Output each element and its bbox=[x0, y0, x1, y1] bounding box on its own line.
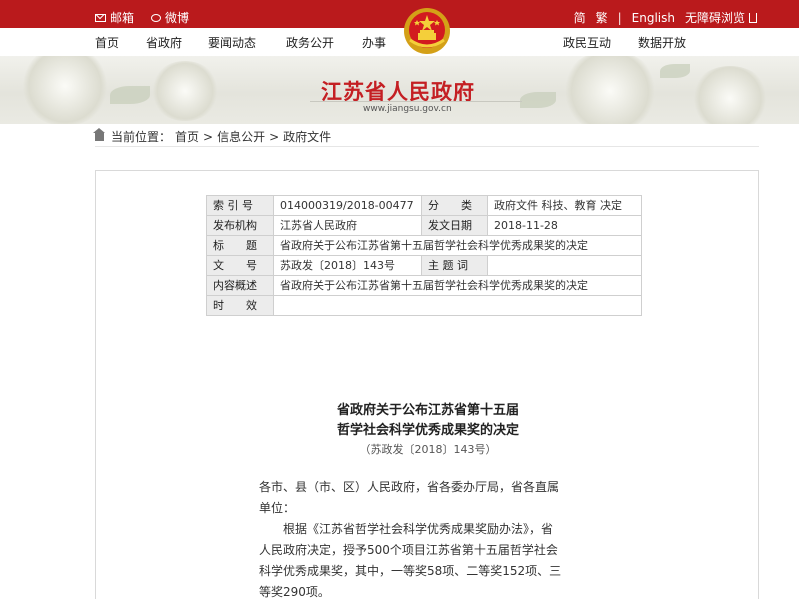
mail-link[interactable]: 邮箱 bbox=[95, 9, 134, 26]
paragraph-line: 根据《江苏省哲学社会科学优秀成果奖励办法》，省 bbox=[259, 522, 554, 536]
meta-label: 主 题 词 bbox=[421, 255, 488, 276]
table-row: 内容概述 省政府关于公布江苏省第十五届哲学社会科学优秀成果奖的决定 bbox=[206, 275, 642, 296]
mail-icon bbox=[95, 13, 106, 22]
meta-label: 分 类 bbox=[421, 195, 488, 216]
nav-item-home[interactable]: 首页 bbox=[95, 34, 119, 51]
meta-docno-value: 苏政发〔2018〕143号 bbox=[273, 255, 422, 276]
breadcrumb: 当前位置： 首页 > 信息公开 > 政府文件 bbox=[93, 127, 331, 145]
toolbar-toggle[interactable] bbox=[749, 13, 757, 23]
document-title-line1: 省政府关于公布江苏省第十五届 bbox=[336, 403, 519, 418]
simplified-link[interactable]: 简 bbox=[574, 9, 586, 26]
top-utility-bar: 邮箱 微博 简 繁 | English 无障碍浏览 bbox=[0, 0, 799, 28]
header-banner: 江苏省人民政府 www.jiangsu.gov.cn bbox=[0, 56, 799, 124]
paragraph-line: 人民政府决定，授予500个项目江苏省第十五届哲学社会 bbox=[259, 543, 558, 557]
nav-item-gov-affairs[interactable]: 政务公开 bbox=[286, 34, 334, 51]
meta-subject-value bbox=[487, 255, 642, 276]
nav-item-interaction[interactable]: 政民互动 bbox=[563, 34, 611, 51]
national-emblem-icon[interactable] bbox=[402, 6, 452, 56]
nav-item-news[interactable]: 要闻动态 bbox=[208, 34, 256, 51]
mail-label: 邮箱 bbox=[110, 11, 135, 25]
banner-leaf-decoration bbox=[520, 92, 556, 108]
content-panel: 索 引 号 014000319/2018-00477 分 类 政府文件 科技、教… bbox=[95, 170, 759, 599]
banner-flower-decoration bbox=[690, 66, 770, 124]
meta-label: 内容概述 bbox=[206, 275, 274, 296]
meta-date-value: 2018-11-28 bbox=[487, 215, 642, 236]
addressee-line2: 单位： bbox=[259, 501, 296, 515]
breadcrumb-divider bbox=[95, 146, 759, 147]
banner-flower-decoration bbox=[150, 61, 220, 121]
meta-label: 文 号 bbox=[206, 255, 274, 276]
accessible-link[interactable]: 无障碍浏览 bbox=[685, 9, 745, 26]
banner-leaf-decoration bbox=[660, 64, 690, 78]
site-url: www.jiangsu.gov.cn bbox=[363, 104, 452, 114]
nav-item-open-data[interactable]: 数据开放 bbox=[638, 34, 686, 51]
meta-index-value: 014000319/2018-00477 bbox=[273, 195, 422, 216]
meta-validity-value bbox=[273, 295, 642, 316]
banner-flower-decoration bbox=[560, 56, 660, 124]
main-nav: 首页 省政府 要闻动态 政务公开 办事 政民互动 数据开放 bbox=[0, 28, 799, 56]
paragraph-line: 科学优秀成果奖，其中，一等奖58项、二等奖152项、三 bbox=[259, 564, 562, 578]
breadcrumb-gov-docs[interactable]: 政府文件 bbox=[283, 128, 331, 145]
breadcrumb-prefix: 当前位置： bbox=[111, 130, 172, 144]
title-underline bbox=[310, 101, 522, 102]
meta-summary-value: 省政府关于公布江苏省第十五届哲学社会科学优秀成果奖的决定 bbox=[273, 275, 642, 296]
paragraph-line: 等奖290项。 bbox=[259, 585, 330, 599]
addressee-line1: 各市、县（市、区）人民政府，省各委办厅局，省各直属 bbox=[259, 480, 560, 494]
document-number: （苏政发〔2018〕143号） bbox=[359, 443, 497, 456]
weibo-link[interactable]: 微博 bbox=[151, 9, 189, 26]
separator: | bbox=[617, 10, 622, 25]
weibo-label: 微博 bbox=[165, 11, 190, 25]
nav-item-provincial-gov[interactable]: 省政府 bbox=[146, 34, 182, 51]
home-icon bbox=[93, 127, 105, 141]
table-row: 索 引 号 014000319/2018-00477 分 类 政府文件 科技、教… bbox=[206, 195, 642, 216]
english-link[interactable]: English bbox=[632, 11, 675, 25]
topbar-right-links: 简 繁 | English 无障碍浏览 bbox=[574, 9, 745, 26]
table-row: 时 效 bbox=[206, 295, 642, 316]
table-row: 发布机构 江苏省人民政府 发文日期 2018-11-28 bbox=[206, 215, 642, 236]
meta-label: 发文日期 bbox=[421, 215, 488, 236]
table-row: 标 题 省政府关于公布江苏省第十五届哲学社会科学优秀成果奖的决定 bbox=[206, 235, 642, 256]
document-title-line2: 哲学社会科学优秀成果奖的决定 bbox=[336, 423, 519, 438]
breadcrumb-home[interactable]: 首页 bbox=[175, 128, 199, 145]
banner-leaf-decoration bbox=[110, 86, 150, 104]
document-meta-table: 索 引 号 014000319/2018-00477 分 类 政府文件 科技、教… bbox=[206, 195, 642, 316]
meta-label: 索 引 号 bbox=[206, 195, 274, 216]
meta-label: 发布机构 bbox=[206, 215, 274, 236]
meta-label: 标 题 bbox=[206, 235, 274, 256]
meta-title-value: 省政府关于公布江苏省第十五届哲学社会科学优秀成果奖的决定 bbox=[273, 235, 642, 256]
meta-category-value: 政府文件 科技、教育 决定 bbox=[487, 195, 642, 216]
table-row: 文 号 苏政发〔2018〕143号 主 题 词 bbox=[206, 255, 642, 276]
breadcrumb-info-public[interactable]: 信息公开 bbox=[217, 128, 265, 145]
weibo-icon bbox=[151, 13, 161, 22]
banner-flower-decoration bbox=[20, 56, 110, 124]
meta-label: 时 效 bbox=[206, 295, 274, 316]
meta-issuer-value: 江苏省人民政府 bbox=[273, 215, 422, 236]
traditional-link[interactable]: 繁 bbox=[596, 9, 608, 26]
nav-item-services[interactable]: 办事 bbox=[362, 34, 386, 51]
breadcrumb-sep: > bbox=[203, 129, 214, 144]
breadcrumb-sep: > bbox=[269, 129, 280, 144]
